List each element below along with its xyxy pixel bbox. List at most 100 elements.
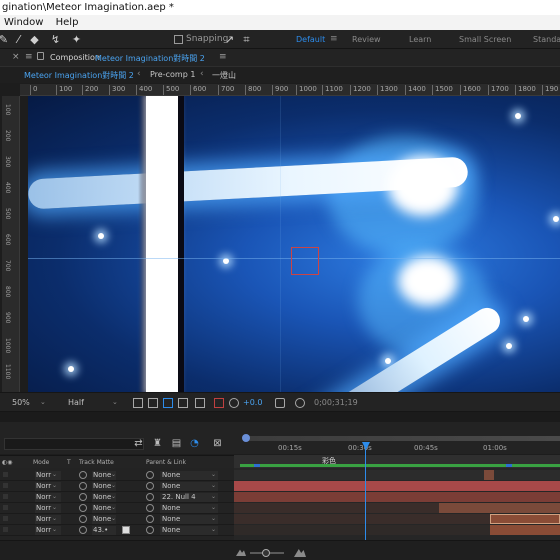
visibility-toggle[interactable]: [3, 472, 8, 477]
timeline-tracks[interactable]: [234, 468, 560, 540]
chevron-down-icon[interactable]: ⌄: [52, 493, 57, 500]
pick-whip-icon[interactable]: [146, 482, 154, 490]
work-area-bar[interactable]: 彩色: [234, 455, 560, 468]
color-channel-icon[interactable]: [214, 398, 224, 408]
pick-whip-icon[interactable]: [146, 504, 154, 512]
playhead-line[interactable]: [365, 442, 366, 540]
exposure-value[interactable]: +0.0: [243, 398, 262, 407]
visibility-toggle[interactable]: [3, 516, 8, 521]
guide-line[interactable]: [280, 96, 281, 392]
column-mode[interactable]: Mode: [33, 459, 49, 466]
matte-icon[interactable]: [79, 493, 87, 501]
shy-layers-icon[interactable]: ♜: [152, 438, 163, 449]
snap-option-icon[interactable]: ↗: [223, 33, 236, 46]
mask-visibility-icon[interactable]: [163, 398, 173, 408]
time-navigator-start-handle[interactable]: [242, 434, 250, 442]
layer-row[interactable]: Norr ⌄ None ⌄ 22. Null 4 ⌄: [0, 492, 234, 503]
layer-row[interactable]: Norr ⌄ None ⌄ None ⌄: [0, 514, 234, 525]
workspace-standard[interactable]: Standar: [533, 35, 560, 44]
chevron-down-icon[interactable]: ⌄: [211, 515, 216, 522]
visibility-toggle[interactable]: [3, 505, 8, 510]
chevron-down-icon[interactable]: ⌄: [211, 493, 216, 500]
blend-mode-select[interactable]: Norr: [35, 493, 61, 502]
chevron-down-icon[interactable]: ⌄: [111, 482, 116, 489]
visibility-column-icon[interactable]: ◐◉: [2, 459, 12, 466]
workspace-menu-icon[interactable]: ≡: [330, 34, 338, 44]
close-icon[interactable]: ×: [12, 52, 20, 62]
matte-icon[interactable]: [79, 471, 87, 479]
chevron-down-icon[interactable]: ⌄: [112, 398, 118, 406]
chevron-down-icon[interactable]: ⌄: [211, 471, 216, 478]
chevron-down-icon[interactable]: ⌄: [211, 526, 216, 533]
layer-bar[interactable]: [234, 492, 560, 502]
blend-mode-select[interactable]: Norr: [35, 504, 61, 513]
fast-previews-icon[interactable]: [133, 398, 143, 408]
parent-select[interactable]: None: [160, 515, 218, 524]
layer-bounding-box[interactable]: [291, 247, 319, 275]
chevron-down-icon[interactable]: ⌄: [111, 515, 116, 522]
grid-guides-icon[interactable]: [195, 398, 205, 408]
pick-whip-icon[interactable]: [146, 471, 154, 479]
resolution-select[interactable]: Half: [68, 398, 84, 407]
marker[interactable]: [506, 464, 512, 467]
current-time[interactable]: 0;00;31;19: [314, 398, 358, 407]
chevron-down-icon[interactable]: ⌄: [52, 515, 57, 522]
marker[interactable]: [254, 464, 260, 467]
column-track-matte[interactable]: Track Matte: [79, 459, 114, 466]
breadcrumb-item-2[interactable]: Pre-comp 1: [150, 70, 195, 79]
composition-name[interactable]: Meteor Imagination對時間 2: [95, 53, 205, 64]
chevron-down-icon[interactable]: ⌄: [111, 493, 116, 500]
comp-flowchart-icon[interactable]: ⇄: [133, 438, 144, 449]
snapping-checkbox[interactable]: [174, 35, 183, 44]
time-ruler[interactable]: 00:15s 00:30s 00:45s 01:00s: [234, 432, 560, 454]
roto-brush-icon[interactable]: ↯: [49, 33, 62, 46]
camera-snapshot-icon[interactable]: [275, 398, 285, 408]
graph-editor-icon[interactable]: ⊠: [212, 438, 223, 449]
layer-row[interactable]: Norr ⌄ 43.• None ⌄: [0, 525, 234, 536]
puppet-pin-icon[interactable]: ✦: [70, 33, 83, 46]
layer-bar-selected[interactable]: [490, 514, 560, 524]
chevron-down-icon[interactable]: ⌄: [40, 398, 46, 406]
brush-tool-icon[interactable]: ⁄: [12, 33, 25, 46]
matte-icon[interactable]: [79, 526, 87, 534]
lock-icon[interactable]: [37, 52, 44, 60]
chevron-down-icon[interactable]: ⌄: [211, 482, 216, 489]
exposure-reset-icon[interactable]: [229, 398, 239, 408]
magnification-select[interactable]: 50%: [12, 398, 30, 407]
show-snapshot-icon[interactable]: [295, 398, 305, 408]
breadcrumb-item-3[interactable]: 一燈山: [212, 70, 236, 81]
workspace-small-screen[interactable]: Small Screen: [459, 35, 511, 44]
panel-menu-icon[interactable]: ≡: [25, 52, 33, 62]
layer-bar[interactable]: [234, 470, 560, 480]
parent-select[interactable]: None: [160, 482, 218, 491]
pick-whip-icon[interactable]: [146, 493, 154, 501]
chevron-down-icon[interactable]: ⌄: [52, 482, 57, 489]
matte-icon[interactable]: [79, 515, 87, 523]
motion-blur-icon[interactable]: ◔: [189, 438, 200, 449]
visibility-toggle[interactable]: [3, 483, 8, 488]
pick-whip-icon[interactable]: [146, 526, 154, 534]
workspace-review[interactable]: Review: [352, 35, 381, 44]
visibility-toggle[interactable]: [3, 494, 8, 499]
chevron-down-icon[interactable]: ⌄: [111, 471, 116, 478]
breadcrumb-item-1[interactable]: Meteor Imagination對時間 2: [24, 70, 134, 81]
comp-marker-label[interactable]: 彩色: [322, 456, 336, 466]
menu-help[interactable]: Help: [52, 15, 84, 30]
layer-bar[interactable]: [439, 503, 560, 513]
matte-icon[interactable]: [79, 482, 87, 490]
visibility-toggle[interactable]: [3, 527, 8, 532]
blend-mode-select[interactable]: Norr: [35, 526, 61, 535]
tab-menu-icon[interactable]: ≡: [219, 52, 227, 62]
column-parent-link[interactable]: Parent & Link: [146, 459, 186, 466]
track-matte-select[interactable]: 43.•: [92, 526, 116, 535]
layer-bar[interactable]: [490, 525, 560, 535]
matte-icon[interactable]: [79, 504, 87, 512]
composition-viewer[interactable]: [28, 96, 560, 392]
blend-mode-select[interactable]: Norr: [35, 482, 61, 491]
parent-select[interactable]: None: [160, 471, 218, 480]
frame-blending-icon[interactable]: ▤: [171, 438, 182, 449]
pick-whip-icon[interactable]: [146, 515, 154, 523]
layer-bar[interactable]: [234, 481, 560, 491]
parent-select[interactable]: None: [160, 504, 218, 513]
chevron-down-icon[interactable]: ⌄: [111, 504, 116, 511]
